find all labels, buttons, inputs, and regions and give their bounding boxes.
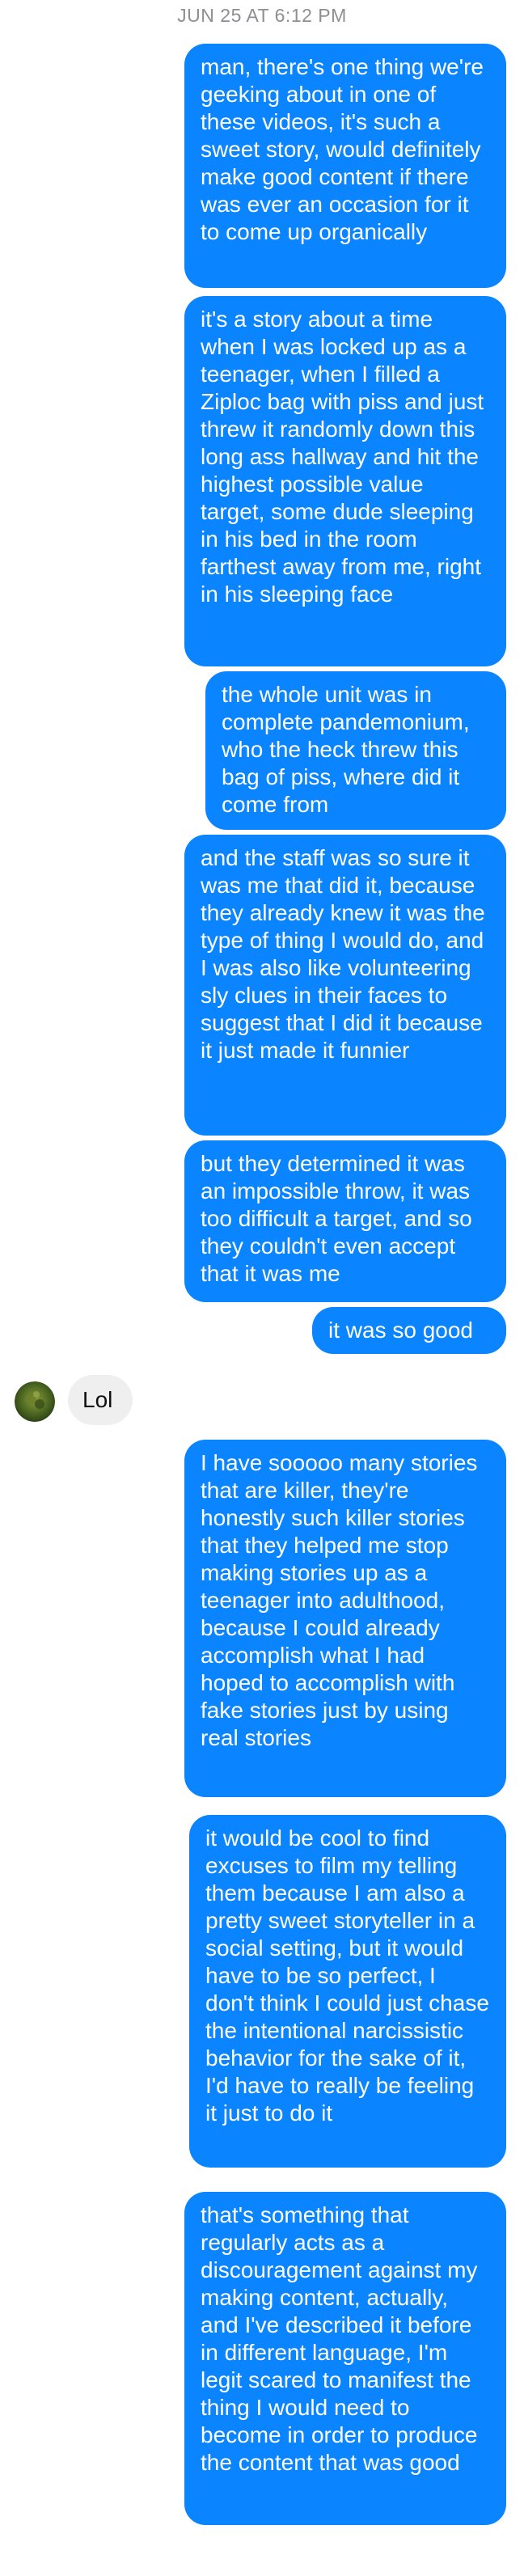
- message-bubble-7[interactable]: Lol: [68, 1375, 133, 1425]
- message-bubble-8[interactable]: I have sooooo many stories that are kill…: [184, 1440, 506, 1797]
- message-bubble-10[interactable]: that's something that regularly acts as …: [184, 2192, 506, 2525]
- message-bubble-5[interactable]: but they determined it was an impossible…: [184, 1140, 506, 1302]
- contact-avatar[interactable]: [15, 1381, 55, 1422]
- message-bubble-6[interactable]: it was so good: [312, 1307, 506, 1354]
- message-bubble-1[interactable]: man, there's one thing we're geeking abo…: [184, 44, 506, 288]
- message-bubble-3[interactable]: the whole unit was in complete pandemoni…: [205, 671, 506, 830]
- message-bubble-4[interactable]: and the staff was so sure it was me that…: [184, 835, 506, 1136]
- message-bubble-2[interactable]: it's a story about a time when I was loc…: [184, 296, 506, 666]
- contact-avatar-icon: [15, 1381, 55, 1422]
- conversation-timestamp: JUN 25 AT 6:12 PM: [177, 5, 347, 26]
- message-bubble-9[interactable]: it would be cool to find excuses to film…: [189, 1815, 506, 2168]
